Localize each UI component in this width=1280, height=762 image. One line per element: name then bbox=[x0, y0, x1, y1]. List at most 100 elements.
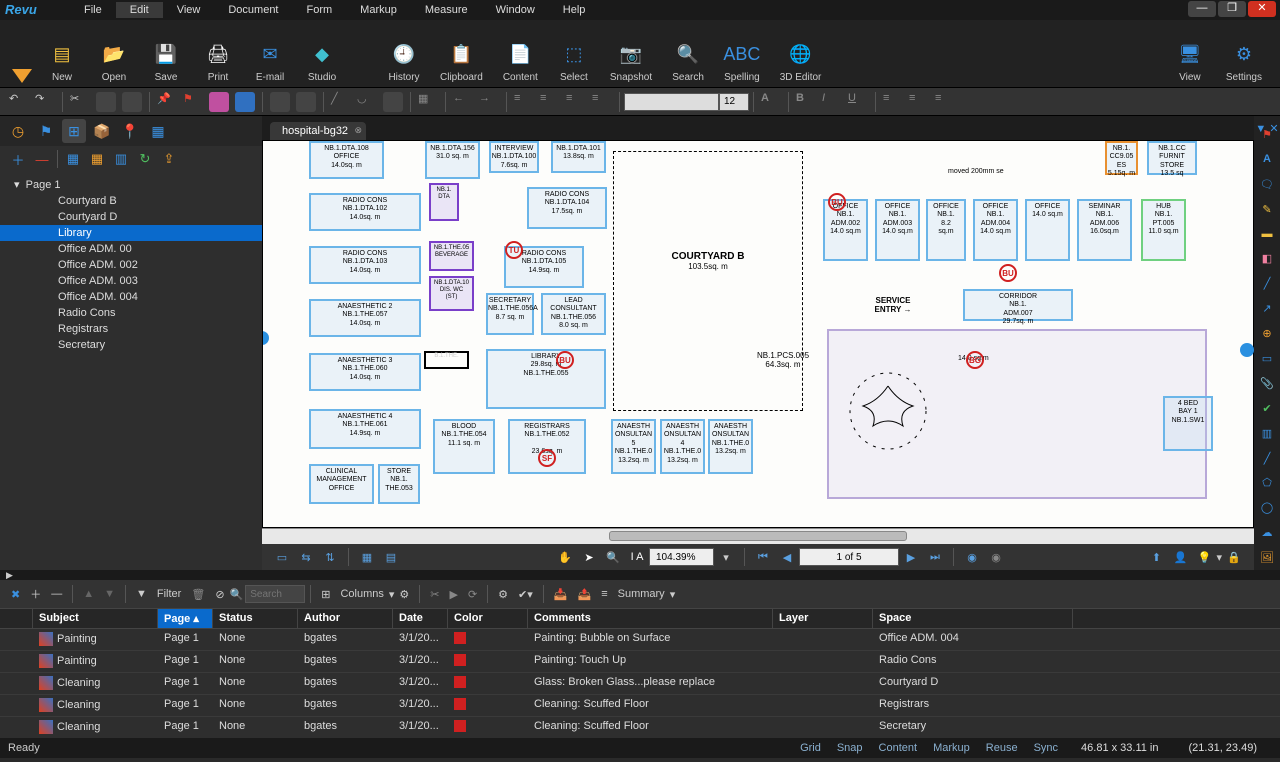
redo-button[interactable]: ↷ bbox=[35, 92, 55, 112]
space-nav-button[interactable] bbox=[57, 150, 58, 168]
column-header-subject[interactable]: Subject bbox=[33, 609, 158, 628]
columns-button[interactable]: Columns bbox=[335, 584, 388, 604]
cut-button[interactable]: ✂ bbox=[70, 92, 90, 112]
left-tab-pin[interactable]: 📍 bbox=[118, 119, 142, 143]
markup-down-button[interactable]: ▼ bbox=[99, 584, 120, 604]
ribbon-new[interactable]: ▤New bbox=[46, 24, 78, 83]
ribbon-snapshot[interactable]: 📷Snapshot bbox=[610, 24, 652, 83]
prev-page-button[interactable]: ◀ bbox=[777, 547, 797, 567]
align-left-button[interactable]: ≡ bbox=[514, 92, 534, 112]
right-scroll-handle[interactable] bbox=[1240, 343, 1254, 357]
space-export-button[interactable]: ⇪ bbox=[160, 150, 178, 168]
tree-node[interactable]: Courtyard B bbox=[0, 193, 262, 209]
markup-remove-button[interactable]: — bbox=[46, 584, 67, 604]
marker-bu[interactable]: BU bbox=[999, 264, 1017, 282]
left-tab-grid[interactable]: ▦ bbox=[146, 119, 170, 143]
markup-panel-toggle[interactable]: ✖ bbox=[6, 584, 25, 604]
space-view1-button[interactable]: ▦ bbox=[64, 150, 82, 168]
arrow-tool[interactable]: ↗ bbox=[1257, 299, 1277, 318]
markup-paste-button[interactable]: ▶ bbox=[444, 584, 462, 604]
view-mode-button[interactable]: ▤ bbox=[381, 547, 401, 567]
ribbon-studio[interactable]: ◆Studio bbox=[306, 24, 338, 83]
font-color-button[interactable]: A bbox=[761, 92, 781, 112]
horizontal-scrollbar[interactable] bbox=[262, 528, 1254, 544]
left-tab-package[interactable]: 📦 bbox=[90, 119, 114, 143]
paste-button[interactable] bbox=[122, 92, 142, 112]
remove-space-button[interactable]: — bbox=[33, 150, 51, 168]
markup-cut-button[interactable]: ✂ bbox=[425, 584, 444, 604]
arrow-right-icon[interactable]: → bbox=[479, 92, 499, 112]
align-right-button[interactable]: ≡ bbox=[566, 92, 586, 112]
menu-window[interactable]: Window bbox=[482, 2, 549, 18]
column-header-status[interactable]: Status bbox=[213, 609, 298, 628]
panel-divider[interactable]: ▶ bbox=[0, 570, 1280, 580]
menu-file[interactable]: File bbox=[70, 2, 116, 18]
ribbon-open[interactable]: 📂Open bbox=[98, 24, 130, 83]
copy-button[interactable] bbox=[96, 92, 116, 112]
arrow-left-icon[interactable]: ← bbox=[453, 92, 473, 112]
scrollbar-thumb[interactable] bbox=[609, 531, 907, 541]
left-tab-flag[interactable]: ⚑ bbox=[34, 119, 58, 143]
panel-toggle-arrow[interactable] bbox=[12, 24, 32, 83]
view-split-v-button[interactable]: ⇅ bbox=[320, 547, 340, 567]
ribbon-select[interactable]: ⬚Select bbox=[558, 24, 590, 83]
ribbon-e-mail[interactable]: ✉E-mail bbox=[254, 24, 286, 83]
markup-check-button[interactable]: ✔▾ bbox=[513, 584, 538, 604]
font-size-select[interactable] bbox=[719, 93, 749, 111]
marker-bu[interactable]: BU bbox=[828, 193, 846, 211]
italic-button[interactable]: I bbox=[822, 92, 842, 112]
view-split-h-button[interactable]: ⇆ bbox=[296, 547, 316, 567]
menu-view[interactable]: View bbox=[163, 2, 215, 18]
page-indicator[interactable] bbox=[799, 548, 899, 566]
document-tab[interactable]: hospital-bg32 ⊗ bbox=[270, 122, 366, 140]
close-button[interactable]: ✕ bbox=[1248, 1, 1276, 17]
status-toggle-reuse[interactable]: Reuse bbox=[986, 742, 1018, 754]
ribbon-clipboard[interactable]: 📋Clipboard bbox=[440, 24, 483, 83]
image-tool[interactable]: 🖼 bbox=[1257, 548, 1277, 567]
close-tab-icon[interactable]: ⊗ bbox=[355, 125, 363, 136]
text-center-button[interactable]: ≡ bbox=[909, 92, 929, 112]
tree-node[interactable]: Office ADM. 004 bbox=[0, 289, 262, 305]
underline-button[interactable]: U bbox=[848, 92, 868, 112]
cloud-tool[interactable]: ☁ bbox=[1257, 523, 1277, 542]
marker-bg[interactable]: BG bbox=[966, 351, 984, 369]
next-page-button[interactable]: ▶ bbox=[901, 547, 921, 567]
markup-gear-button[interactable]: ⚙ bbox=[493, 584, 513, 604]
hatch-tool[interactable]: ▦ bbox=[418, 92, 438, 112]
undo-button[interactable]: ↶ bbox=[9, 92, 29, 112]
page-insert-button[interactable] bbox=[270, 92, 290, 112]
tree-node[interactable]: Library bbox=[0, 225, 262, 241]
column-header-space[interactable]: Space bbox=[873, 609, 1073, 628]
marker-tu[interactable]: TU bbox=[505, 241, 523, 259]
markup-export-button[interactable]: 📤 bbox=[573, 584, 597, 604]
status-toggle-content[interactable]: Content bbox=[879, 742, 918, 754]
font-family-select[interactable] bbox=[624, 93, 719, 111]
first-page-button[interactable]: ⏮ bbox=[753, 547, 773, 567]
summary-icon[interactable]: ≡ bbox=[596, 584, 612, 604]
column-header-date[interactable]: Date bbox=[393, 609, 448, 628]
tree-node[interactable]: Registrars bbox=[0, 321, 262, 337]
table-row[interactable]: PaintingPage 1Nonebgates3/1/20...Paintin… bbox=[0, 629, 1280, 651]
paint-button[interactable] bbox=[209, 92, 229, 112]
ellipse-tool[interactable]: ◯ bbox=[1257, 498, 1277, 517]
status-toggle-snap[interactable]: Snap bbox=[837, 742, 863, 754]
text-right-button[interactable]: ≡ bbox=[935, 92, 955, 112]
dimension-tool[interactable]: ⊕ bbox=[1257, 324, 1277, 343]
column-header-comments[interactable]: Comments bbox=[528, 609, 773, 628]
bold-button[interactable]: B bbox=[796, 92, 816, 112]
minimize-button[interactable]: — bbox=[1188, 1, 1216, 17]
note-tool[interactable]: 🗨 bbox=[1257, 175, 1277, 194]
more-tool[interactable]: ╱ bbox=[1257, 449, 1277, 468]
markup-copy-button[interactable]: ⟳ bbox=[463, 584, 482, 604]
table-row[interactable]: CleaningPage 1Nonebgates3/1/20...Cleanin… bbox=[0, 695, 1280, 717]
nav-fwd-button[interactable]: ◉ bbox=[986, 547, 1006, 567]
shape-tool[interactable] bbox=[383, 92, 403, 112]
zoom-dropdown[interactable]: ▾ bbox=[716, 547, 736, 567]
filter-clear-button[interactable]: ⊘ bbox=[210, 584, 229, 604]
maximize-button[interactable]: ❐ bbox=[1218, 1, 1246, 17]
menu-document[interactable]: Document bbox=[214, 2, 292, 18]
arc-tool[interactable]: ◡ bbox=[357, 92, 377, 112]
ribbon-settings[interactable]: ⚙Settings bbox=[1226, 24, 1262, 83]
status-toggle-markup[interactable]: Markup bbox=[933, 742, 970, 754]
tree-node[interactable]: Office ADM. 003 bbox=[0, 273, 262, 289]
